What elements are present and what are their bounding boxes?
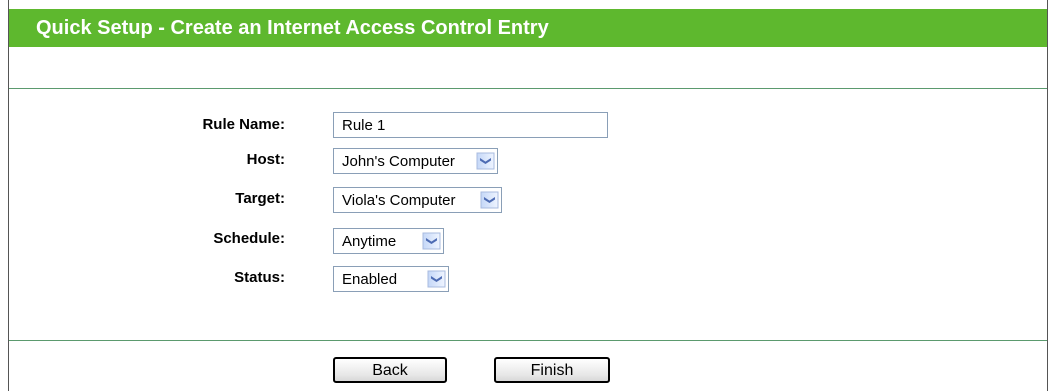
finish-button[interactable]: Finish <box>494 357 610 383</box>
target-label: Target: <box>235 190 285 207</box>
rule-name-row: Rule Name: Rule 1 <box>9 112 1047 142</box>
schedule-select[interactable]: Anytime ❯ <box>333 228 444 254</box>
setup-panel: Quick Setup - Create an Internet Access … <box>8 0 1048 391</box>
title-bar: Quick Setup - Create an Internet Access … <box>9 9 1047 47</box>
schedule-select-value: Anytime <box>342 233 397 250</box>
divider-bottom <box>9 340 1047 341</box>
chevron-down-icon[interactable]: ❯ <box>476 152 495 170</box>
host-label: Host: <box>246 151 285 168</box>
page-title: Quick Setup - Create an Internet Access … <box>36 17 549 39</box>
status-label: Status: <box>234 269 285 286</box>
status-select-value: Enabled <box>342 271 398 288</box>
chevron-down-icon[interactable]: ❯ <box>422 232 441 250</box>
chevron-down-icon[interactable]: ❯ <box>480 191 499 209</box>
rule-name-label: Rule Name: <box>202 116 285 133</box>
rule-name-input[interactable]: Rule 1 <box>333 112 608 138</box>
back-button[interactable]: Back <box>333 357 447 383</box>
schedule-row: Schedule: Anytime ❯ <box>9 226 1047 256</box>
target-select[interactable]: Viola's Computer ❯ <box>333 187 502 213</box>
target-row: Target: Viola's Computer ❯ <box>9 185 1047 215</box>
chevron-down-icon[interactable]: ❯ <box>427 270 446 288</box>
divider-top <box>9 88 1047 89</box>
target-select-value: Viola's Computer <box>342 192 456 209</box>
status-row: Status: Enabled ❯ <box>9 264 1047 294</box>
host-select[interactable]: John's Computer ❯ <box>333 148 498 174</box>
host-select-value: John's Computer <box>342 153 455 170</box>
status-select[interactable]: Enabled ❯ <box>333 266 449 292</box>
host-row: Host: John's Computer ❯ <box>9 146 1047 176</box>
schedule-label: Schedule: <box>213 230 285 247</box>
